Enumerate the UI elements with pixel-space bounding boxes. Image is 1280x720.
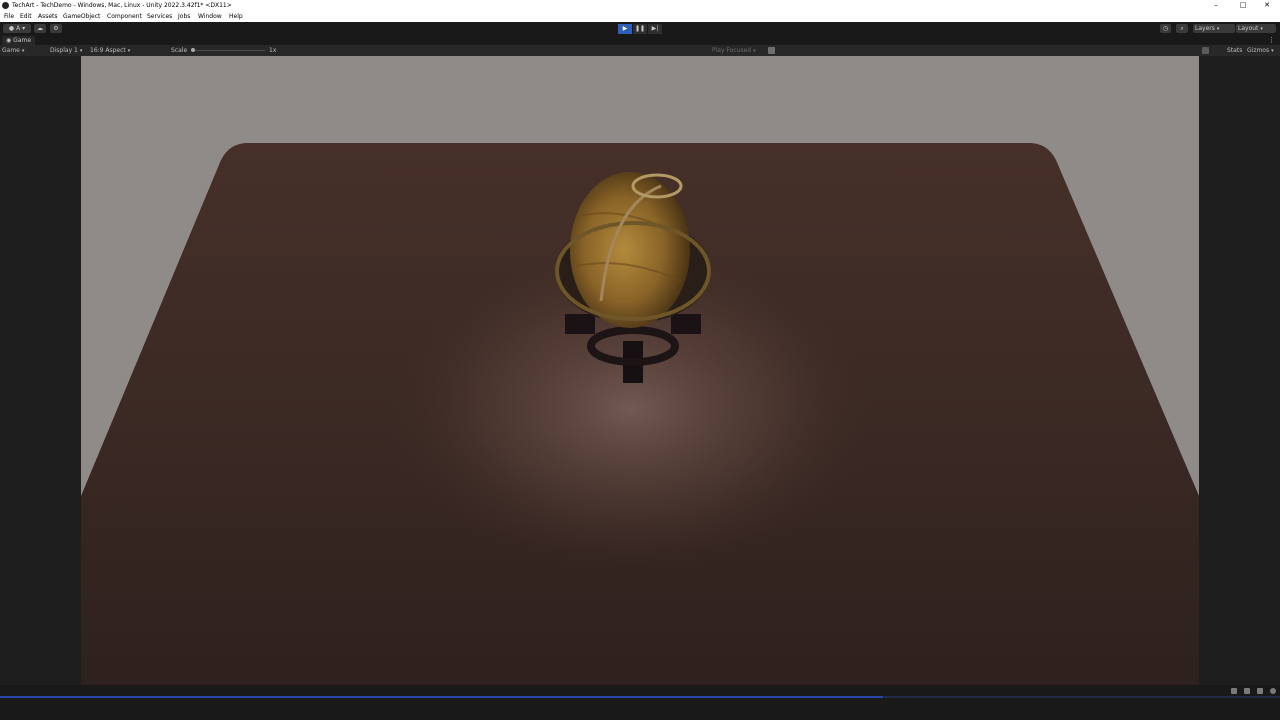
console-icon[interactable] bbox=[1231, 688, 1237, 694]
game-controller-icon: ◉ bbox=[6, 37, 12, 44]
aspect-select[interactable]: 16:9 Aspect bbox=[90, 46, 130, 55]
minimize-button[interactable]: – bbox=[1203, 0, 1229, 11]
display-select[interactable]: Display 1 bbox=[50, 46, 82, 55]
menu-help[interactable]: Help bbox=[229, 13, 243, 20]
pause-button[interactable]: ❚❚ bbox=[633, 24, 647, 34]
menu-assets[interactable]: Assets bbox=[38, 13, 58, 20]
scene-render bbox=[81, 56, 1199, 685]
menu-jobs[interactable]: Jobs bbox=[178, 13, 190, 20]
cache-server-icon[interactable] bbox=[1270, 688, 1276, 694]
window-title: TechArt - TechDemo - Windows, Mac, Linux… bbox=[12, 2, 232, 9]
scale-label: Scale bbox=[171, 47, 188, 54]
layers-dropdown[interactable]: Layers bbox=[1193, 24, 1235, 33]
main-toolbar: ● A ▾ ☁ ⚙ ▶ ❚❚ ▶| ◷ ⌕ Layers Layout bbox=[0, 22, 1280, 36]
scale-slider[interactable] bbox=[191, 48, 265, 52]
unity-logo-icon bbox=[2, 2, 9, 9]
tab-game-label: Game bbox=[13, 37, 32, 44]
menu-bar: File Edit Assets GameObject Component Se… bbox=[0, 11, 1280, 22]
warning-icon[interactable] bbox=[1244, 688, 1250, 694]
maximize-button[interactable]: □ bbox=[1230, 0, 1256, 11]
account-dropdown[interactable]: ● A ▾ bbox=[3, 24, 31, 33]
kebab-menu-icon[interactable]: ⋮ bbox=[1268, 36, 1275, 44]
scale-value: 1x bbox=[269, 47, 277, 54]
globe-stand-foot-left bbox=[565, 314, 595, 334]
close-button[interactable]: ✕ bbox=[1254, 0, 1280, 11]
play-button[interactable]: ▶ bbox=[618, 24, 632, 34]
collab-icon: ⚙ bbox=[53, 25, 59, 32]
layout-label: Layout bbox=[1238, 25, 1259, 32]
globe-stand-foot-right bbox=[671, 314, 701, 334]
game-tab-bar: ◉ Game ⋮ bbox=[0, 36, 1280, 45]
progress-bar-fill bbox=[0, 696, 884, 698]
frame-debugger-icon[interactable] bbox=[1202, 47, 1209, 54]
layers-label: Layers bbox=[1195, 25, 1215, 32]
layout-dropdown[interactable]: Layout bbox=[1236, 24, 1276, 33]
play-icon: ▶ bbox=[622, 25, 628, 32]
history-icon: ◷ bbox=[1162, 25, 1169, 32]
play-focused-select[interactable]: Play Focused bbox=[712, 46, 756, 55]
audio-mute-icon[interactable] bbox=[768, 47, 775, 54]
status-bar bbox=[0, 685, 1280, 720]
search-button[interactable]: ⌕ bbox=[1176, 24, 1188, 33]
step-button[interactable]: ▶| bbox=[648, 24, 662, 34]
menu-window[interactable]: Window bbox=[198, 13, 222, 20]
cloud-button[interactable]: ☁ bbox=[34, 24, 46, 33]
tab-game[interactable]: ◉ Game bbox=[2, 36, 36, 45]
menu-services[interactable]: Services bbox=[147, 13, 172, 20]
letterbox-right bbox=[1199, 56, 1280, 685]
stats-button[interactable]: Stats bbox=[1227, 46, 1242, 55]
pause-icon: ❚❚ bbox=[634, 25, 646, 32]
game-viewport[interactable] bbox=[81, 56, 1199, 685]
account-icon: ● bbox=[8, 25, 15, 32]
history-button[interactable]: ◷ bbox=[1160, 24, 1171, 33]
search-icon: ⌕ bbox=[1180, 25, 1184, 32]
cloud-icon: ☁ bbox=[37, 25, 43, 32]
scale-slider-thumb[interactable] bbox=[191, 48, 195, 52]
error-icon[interactable] bbox=[1257, 688, 1263, 694]
window-title-bar: TechArt - TechDemo - Windows, Mac, Linux… bbox=[0, 0, 1280, 11]
progress-bar bbox=[0, 696, 1280, 698]
game-view-select[interactable]: Game bbox=[2, 46, 24, 55]
letterbox-left bbox=[0, 56, 81, 685]
account-label: A bbox=[16, 25, 21, 32]
collab-button[interactable]: ⚙ bbox=[50, 24, 62, 33]
menu-component[interactable]: Component bbox=[107, 13, 142, 20]
menu-edit[interactable]: Edit bbox=[20, 13, 32, 20]
gizmos-button[interactable]: Gizmos bbox=[1247, 46, 1274, 55]
menu-gameobject[interactable]: GameObject bbox=[63, 13, 100, 20]
menu-file[interactable]: File bbox=[4, 13, 14, 20]
step-icon: ▶| bbox=[651, 25, 659, 32]
